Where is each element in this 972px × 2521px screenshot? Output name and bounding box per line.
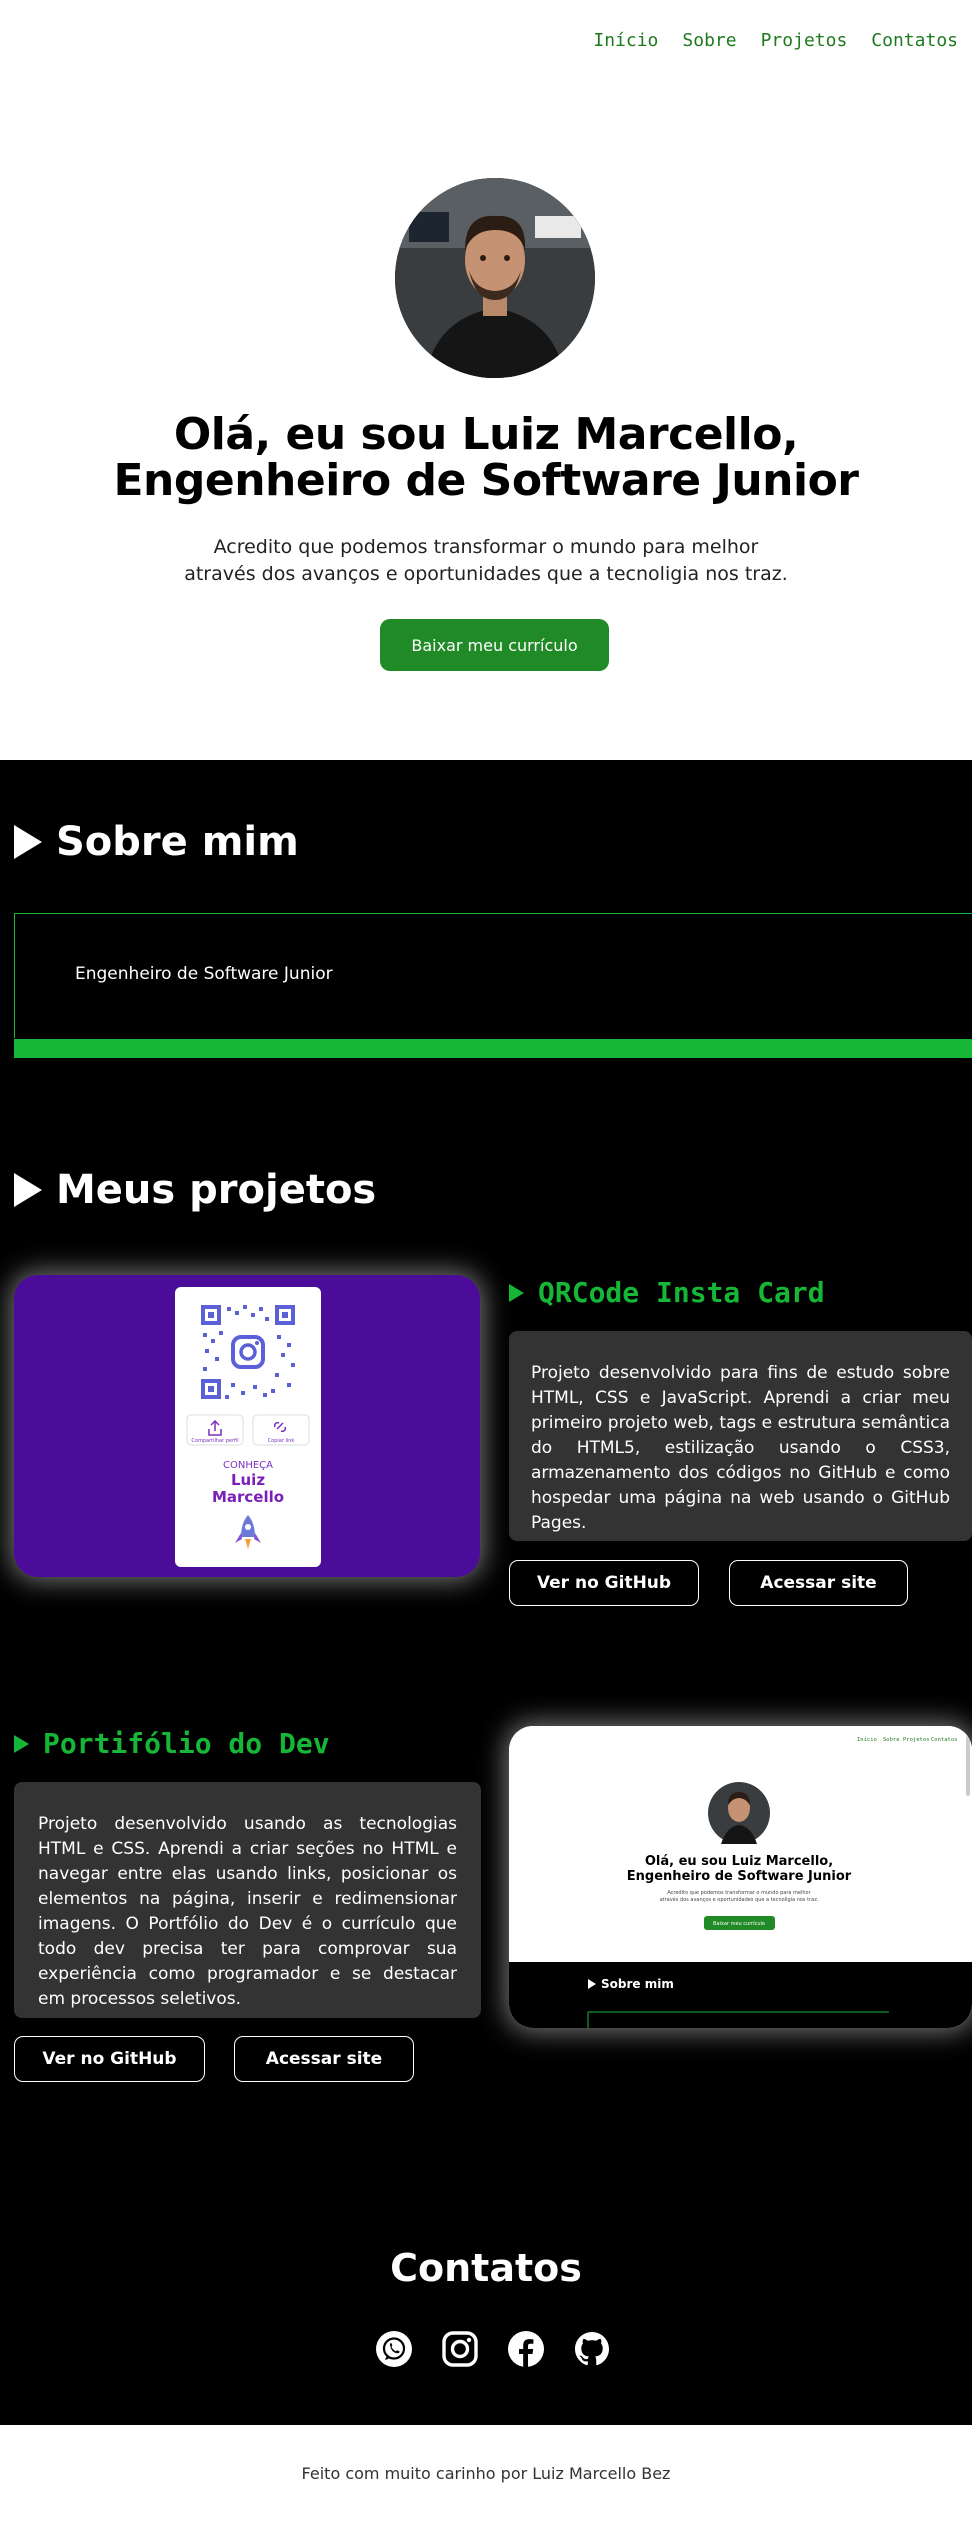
preview-nav-projetos: Projetos xyxy=(903,1737,930,1743)
preview-section-title: Sobre mim xyxy=(601,1977,674,1991)
about-title: Sobre mim xyxy=(56,819,299,865)
card-name-line2: Marcello xyxy=(212,1488,284,1506)
hero-text-line2: através dos avanços e oportunidades que … xyxy=(184,563,788,585)
instagram-icon[interactable] xyxy=(442,2331,478,2367)
hero-text-line1: Acredito que podemos transformar o mundo… xyxy=(213,536,759,558)
hero-description: Acredito que podemos transformar o mundo… xyxy=(0,534,972,588)
project-2-description-box: Projeto desenvolvido usando as tecnologi… xyxy=(14,1782,481,2018)
card-name-line1: Luiz xyxy=(231,1471,265,1489)
projects-heading: Meus projetos xyxy=(14,1167,376,1213)
avatar xyxy=(395,178,595,378)
project-1-github-button[interactable]: Ver no GitHub xyxy=(509,1560,699,1606)
about-box: Engenheiro de Software Junior xyxy=(14,913,972,1038)
preview-button-label: Baixar meu currículo xyxy=(713,1920,765,1927)
preview-nav-inicio: Início xyxy=(857,1736,877,1743)
projects-title: Meus projetos xyxy=(56,1167,377,1213)
qr-card-graphic: Compartilhar perfil Copiar link CONHEÇA … xyxy=(186,1301,310,1549)
about-accent-bar xyxy=(14,1039,972,1058)
project-1-title: QRCode Insta Card xyxy=(538,1276,825,1309)
project-1-heading: QRCode Insta Card xyxy=(509,1276,825,1309)
nav-link-inicio[interactable]: Início xyxy=(593,30,658,51)
project-2-description: Projeto desenvolvido usando as tecnologi… xyxy=(38,1814,457,2009)
contacts-title: Contatos xyxy=(390,2246,582,2290)
preview-title-line1: Olá, eu sou Luiz Marcello, xyxy=(645,1854,833,1869)
project-2-image[interactable]: Início Sobre Projetos Contatos Olá, eu s… xyxy=(509,1726,972,2028)
footer: Feito com muito carinho por Luiz Marcell… xyxy=(0,2425,972,2521)
about-text: Engenheiro de Software Junior xyxy=(75,964,333,984)
download-cv-button[interactable]: Baixar meu currículo xyxy=(380,619,609,671)
social-links xyxy=(376,2331,610,2367)
project-2-github-button[interactable]: Ver no GitHub xyxy=(14,2036,205,2082)
github-icon[interactable] xyxy=(574,2331,610,2367)
avatar-photo xyxy=(395,178,595,378)
nav-link-contatos[interactable]: Contatos xyxy=(871,30,958,51)
whatsapp-icon[interactable] xyxy=(376,2331,412,2367)
project-1-site-button[interactable]: Acessar site xyxy=(729,1560,908,1606)
triangle-icon xyxy=(14,1173,42,1207)
preview-nav-sobre: Sobre xyxy=(883,1737,900,1743)
qr-card: Compartilhar perfil Copiar link CONHEÇA … xyxy=(175,1287,321,1567)
project-1-description-box: Projeto desenvolvido para fins de estudo… xyxy=(509,1331,972,1541)
footer-text: Feito com muito carinho por Luiz Marcell… xyxy=(301,2463,671,2483)
project-2-title: Portifólio do Dev xyxy=(43,1727,330,1760)
preview-text-line1: Acredito que podemos transformar o mundo… xyxy=(667,1890,811,1896)
triangle-icon xyxy=(14,1734,29,1753)
copy-link-label: Copiar link xyxy=(268,1438,295,1444)
portfolio-preview-graphic: Início Sobre Projetos Contatos Olá, eu s… xyxy=(509,1726,972,2028)
share-profile-label: Compartilhar perfil xyxy=(191,1438,238,1444)
about-heading: Sobre mim xyxy=(14,819,299,865)
project-1-image[interactable]: Compartilhar perfil Copiar link CONHEÇA … xyxy=(14,1275,480,1577)
nav-link-sobre[interactable]: Sobre xyxy=(682,30,736,51)
preview-title-line2: Engenheiro de Software Junior xyxy=(627,1869,852,1884)
hero-title-line2: Engenheiro de Software Junior xyxy=(113,455,859,506)
hero-section: Início Sobre Projetos Contatos Olá, eu s… xyxy=(0,0,972,760)
preview-text-line2: através dos avanços e oportunidades que … xyxy=(660,1896,819,1903)
nav-link-projetos[interactable]: Projetos xyxy=(761,30,848,51)
hero-title: Olá, eu sou Luiz Marcello, Engenheiro de… xyxy=(0,412,972,504)
preview-nav-contatos: Contatos xyxy=(931,1737,958,1743)
project-2-heading: Portifólio do Dev xyxy=(14,1727,330,1760)
triangle-icon xyxy=(14,825,42,859)
facebook-icon[interactable] xyxy=(508,2331,544,2367)
project-2-site-button[interactable]: Acessar site xyxy=(234,2036,414,2082)
hero-title-line1: Olá, eu sou Luiz Marcello, xyxy=(173,409,799,460)
top-nav: Início Sobre Projetos Contatos xyxy=(593,30,958,51)
card-greeting: CONHEÇA xyxy=(223,1460,273,1471)
triangle-icon xyxy=(509,1283,524,1302)
project-1-description: Projeto desenvolvido para fins de estudo… xyxy=(531,1363,950,1533)
